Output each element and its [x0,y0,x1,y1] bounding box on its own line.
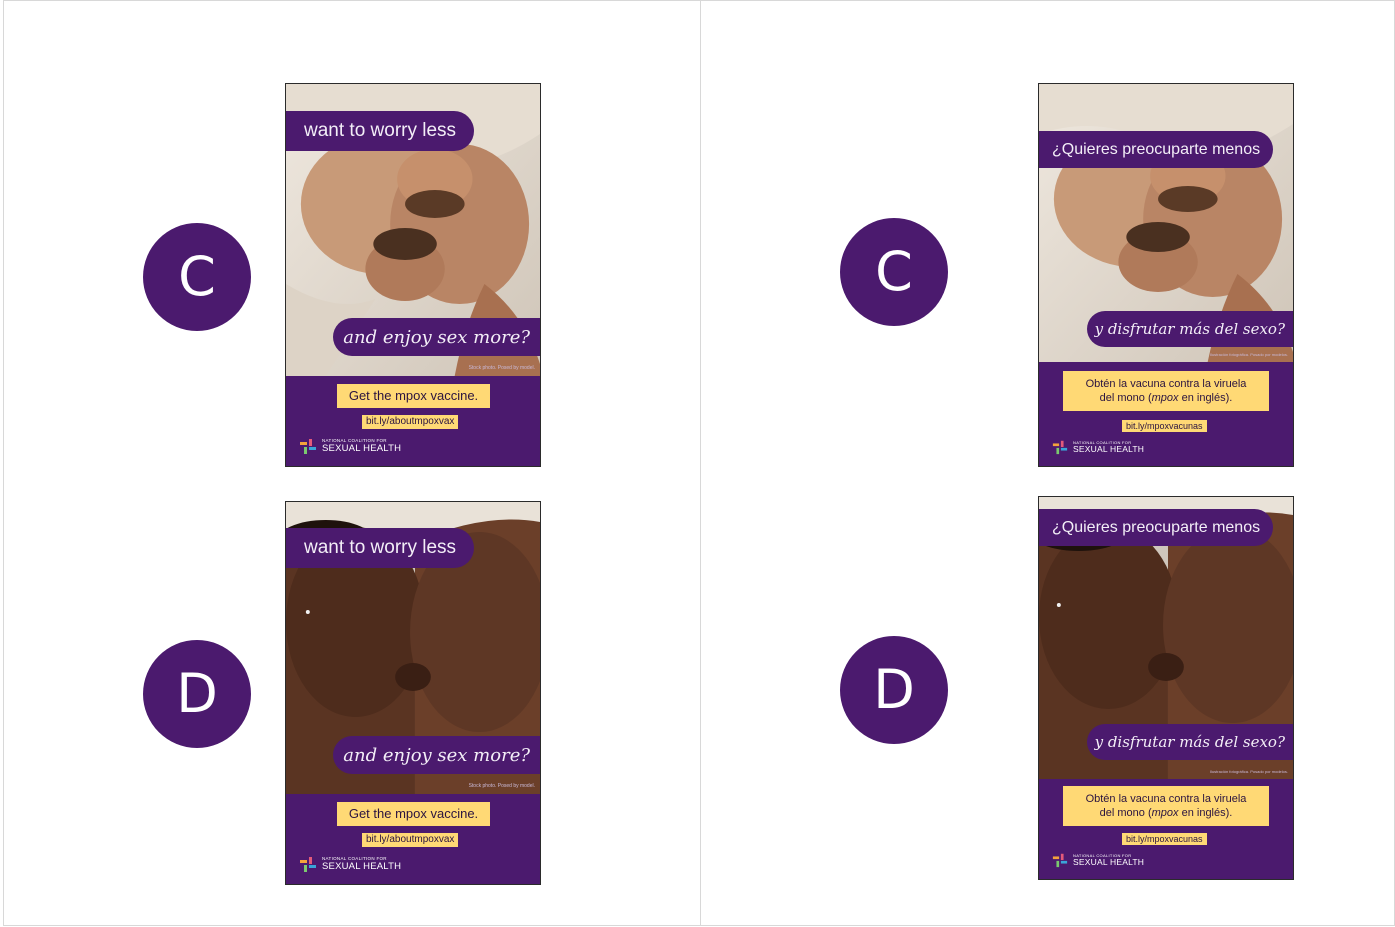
url-label: bit.ly/mpoxvacunas [1122,420,1207,432]
headline-bottom: y disfrutar más del sexo? [1086,724,1293,760]
cta-line-1: Obtén la vacuna contra la viruela [1085,792,1247,805]
variant-d-badge-english: D [143,640,251,748]
photo-credit: Stock photo. Posed by model. [468,365,535,371]
headline-top: ¿Quieres preocuparte menos [1039,131,1274,168]
variant-c-badge-spanish: C [840,218,948,326]
cta-line-2-pre: del mono ( [1099,392,1152,404]
variant-c-badge-english: C [143,223,251,331]
cta-line-2: del mono (mpox en inglés). [1100,806,1233,820]
cta-box: Obtén la vacuna contra la viruela del mo… [1063,371,1269,411]
poster-c-english: want to worry less and enjoy sex more? S… [285,83,541,467]
photo-credit: Ilustración fotográfica. Posado por mode… [1209,769,1288,774]
ncsh-logo: NATIONAL COALITION FOR SEXUAL HEALTH [298,437,401,455]
headline-top: want to worry less [286,111,475,151]
cta-line-2-post: en inglés). [1178,392,1233,404]
ncsh-logo-icon [300,439,316,454]
headline-top: want to worry less [286,528,475,568]
photo-credit: Ilustración fotográfica. Posado por mode… [1209,352,1288,357]
headline-bottom: y disfrutar más del sexo? [1086,311,1293,347]
cta-line-2-pre: del mono ( [1099,807,1152,819]
logo-big-text: SEXUAL HEALTH [322,442,402,454]
cta-box: Obtén la vacuna contra la viruela del mo… [1063,786,1269,826]
cta-line-2: del mono (mpox en inglés). [1100,391,1233,405]
ncsh-logo: NATIONAL COALITION FOR SEXUAL HEALTH [1051,852,1144,868]
logo-big-text: SEXUAL HEALTH [322,860,402,872]
variant-d-badge-spanish: D [840,636,948,744]
url-label: bit.ly/aboutmpoxvax [362,833,459,847]
headline-bottom: and enjoy sex more? [333,736,540,774]
ncsh-logo-icon [300,857,316,872]
ncsh-logo: NATIONAL COALITION FOR SEXUAL HEALTH [298,855,401,873]
headline-top: ¿Quieres preocuparte menos [1039,509,1274,546]
ncsh-logo: NATIONAL COALITION FOR SEXUAL HEALTH [1051,439,1144,455]
cta-box: Get the mpox vaccine. [337,384,490,408]
headline-bottom: and enjoy sex more? [333,318,540,356]
cta-line-1: Obtén la vacuna contra la viruela [1085,377,1247,390]
ncsh-logo-icon [1052,440,1068,455]
cta-line-2-em: mpox [1151,807,1179,819]
url-label: bit.ly/mpoxvacunas [1122,833,1207,845]
logo-big-text: SEXUAL HEALTH [1073,856,1145,867]
cta-line-2-em: mpox [1151,392,1179,404]
cta-box: Get the mpox vaccine. [337,802,490,826]
url-label: bit.ly/aboutmpoxvax [362,415,459,429]
poster-d-spanish: ¿Quieres preocuparte menos y disfrutar m… [1038,496,1294,880]
ncsh-logo-icon [1052,853,1068,868]
photo-credit: Stock photo. Posed by model. [468,783,535,789]
poster-c-spanish: ¿Quieres preocuparte menos y disfrutar m… [1038,83,1294,467]
cta-line-2-post: en inglés). [1178,807,1233,819]
poster-d-english: want to worry less and enjoy sex more? S… [285,501,541,885]
logo-big-text: SEXUAL HEALTH [1073,443,1145,454]
